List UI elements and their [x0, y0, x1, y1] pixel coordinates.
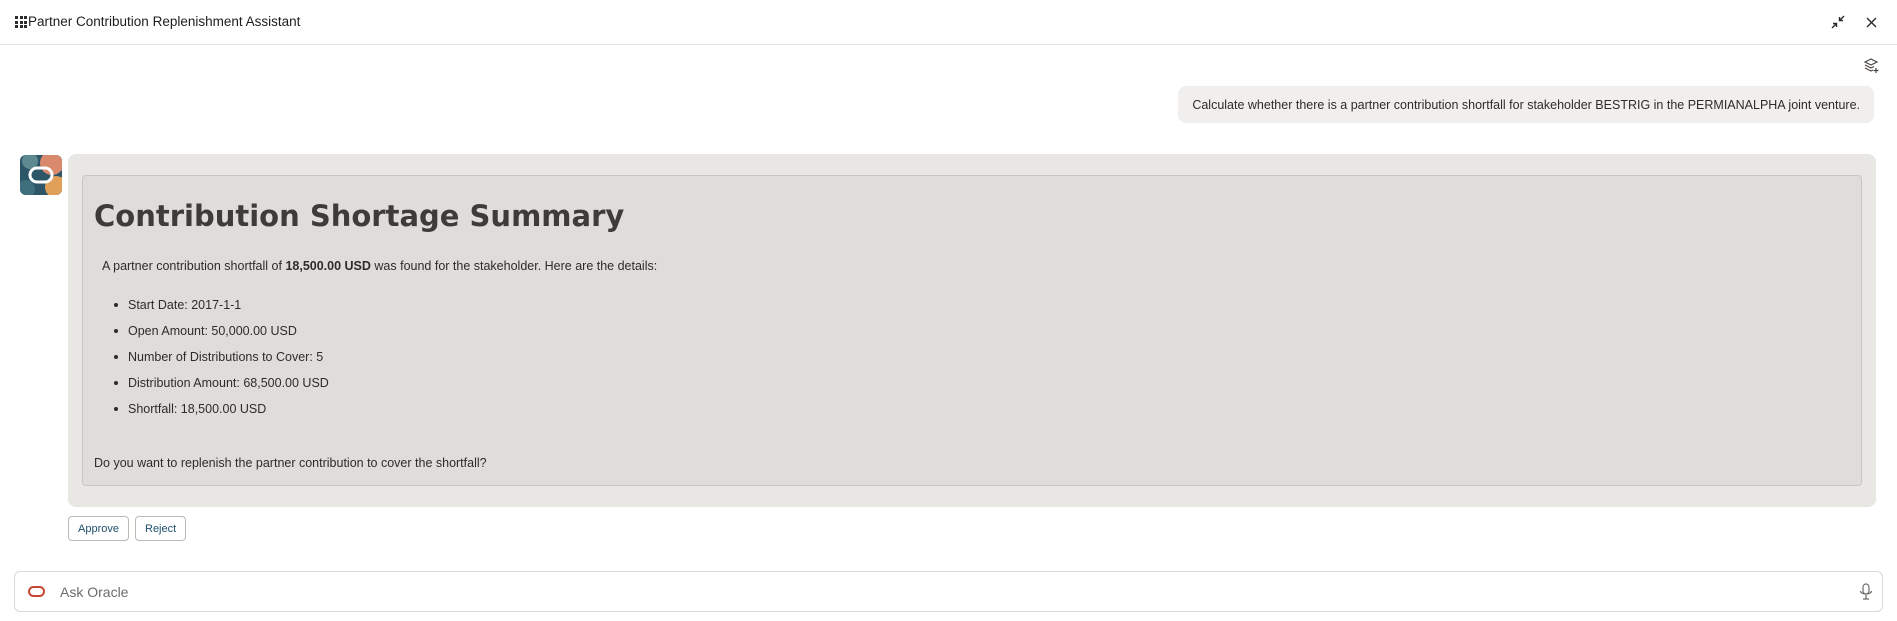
details-list: Start Date: 2017-1-1 Open Amount: 50,000…: [114, 296, 329, 426]
list-item: Open Amount: 50,000.00 USD: [114, 322, 329, 348]
response-question: Do you want to replenish the partner con…: [94, 456, 487, 470]
grid-icon[interactable]: [15, 16, 27, 28]
microphone-icon[interactable]: [1858, 583, 1874, 601]
intro-suffix: was found for the stakeholder. Here are …: [370, 259, 658, 273]
reject-button[interactable]: Reject: [135, 516, 187, 541]
layers-icon[interactable]: [1862, 57, 1880, 75]
intro-prefix: A partner contribution shortfall of: [102, 259, 286, 273]
list-item: Start Date: 2017-1-1: [114, 296, 329, 322]
minimize-button[interactable]: [1827, 11, 1849, 33]
oracle-avatar-icon: [20, 155, 62, 195]
collapse-arrows-icon: [1831, 15, 1845, 29]
list-item: Shortfall: 18,500.00 USD: [114, 400, 329, 426]
app-header: Partner Contribution Replenishment Assis…: [0, 0, 1897, 45]
user-message: Calculate whether there is a partner con…: [1178, 86, 1874, 123]
ask-bar: [14, 571, 1883, 612]
app-title: Partner Contribution Replenishment Assis…: [28, 14, 301, 29]
response-intro: A partner contribution shortfall of 18,5…: [102, 259, 657, 273]
oracle-logo-icon: [28, 586, 45, 597]
response-title: Contribution Shortage Summary: [94, 199, 625, 233]
close-button[interactable]: [1860, 11, 1882, 33]
approve-button[interactable]: Approve: [68, 516, 129, 541]
close-icon: [1866, 17, 1876, 27]
ask-input[interactable]: [58, 581, 1838, 603]
list-item: Distribution Amount: 68,500.00 USD: [114, 374, 329, 400]
list-item: Number of Distributions to Cover: 5: [114, 348, 329, 374]
assistant-avatar: [20, 155, 62, 195]
shortfall-amount: 18,500.00 USD: [285, 259, 371, 273]
